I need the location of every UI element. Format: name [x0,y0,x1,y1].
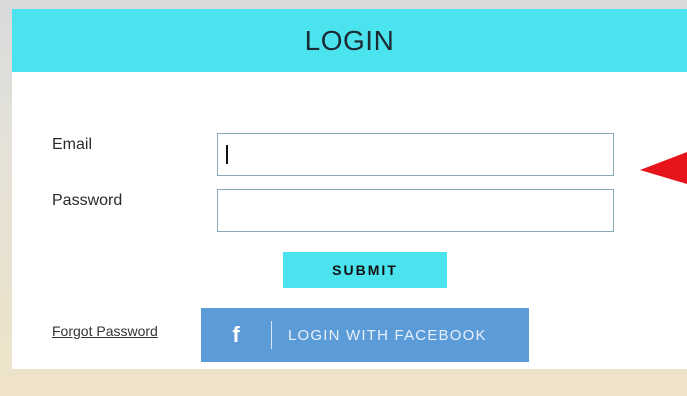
text-cursor [226,145,228,164]
login-card: LOGIN Email Password SUBMIT Forgot Passw… [12,9,687,369]
password-label: Password [52,192,123,209]
password-field[interactable] [217,189,614,232]
login-with-facebook-button[interactable]: f LOGIN WITH FACEBOOK [201,308,529,362]
page-title: LOGIN [304,24,395,56]
facebook-button-label: LOGIN WITH FACEBOOK [288,326,487,344]
submit-button[interactable]: SUBMIT [283,252,447,288]
email-label: Email [52,136,93,153]
email-field[interactable] [217,133,614,176]
forgot-password-link[interactable]: Forgot Password [52,323,158,339]
facebook-icon: f [232,322,240,347]
login-header: LOGIN [12,9,687,72]
red-arrow-icon [640,152,687,184]
